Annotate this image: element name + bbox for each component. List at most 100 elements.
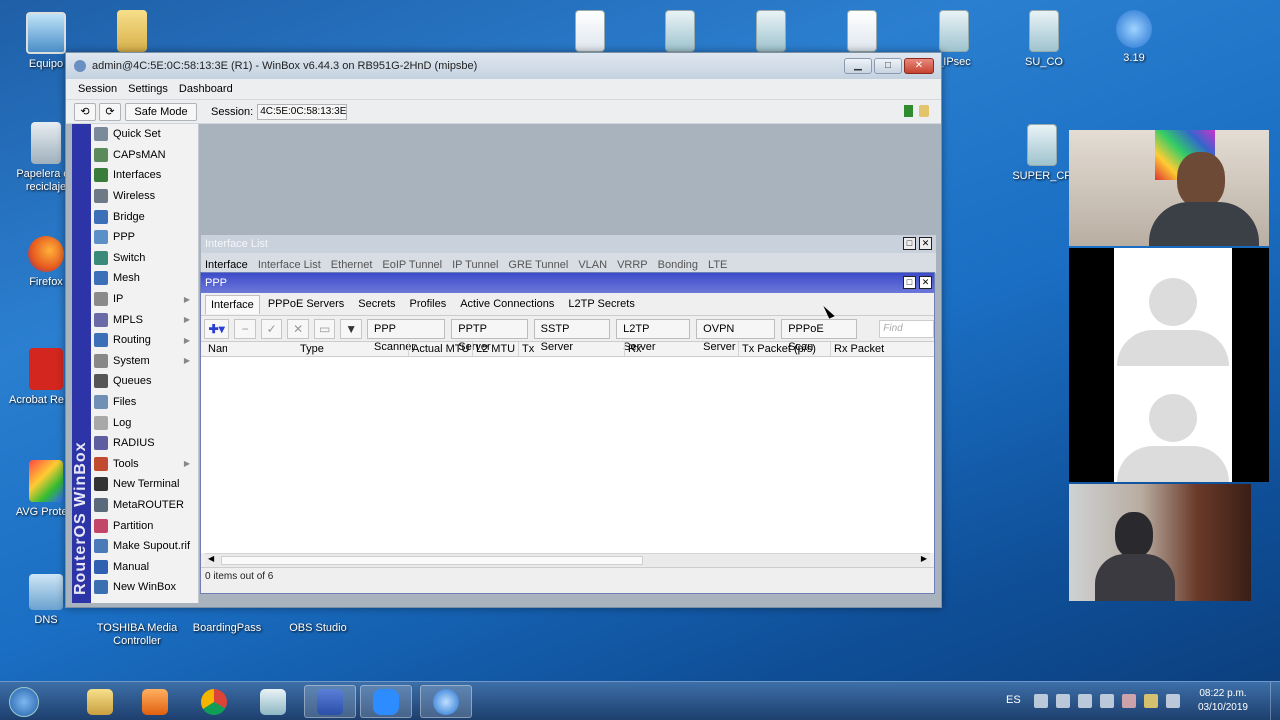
tab-secrets[interactable]: Secrets [352,294,401,314]
action-center-icon[interactable] [1122,694,1136,708]
sidebar-item-system[interactable]: System ▶ [94,351,198,372]
sidebar-item-new-terminal[interactable]: New Terminal [94,474,198,495]
sidebar-item-mesh[interactable]: Mesh [94,268,198,289]
horizontal-scrollbar[interactable]: ◀ ▶ [205,553,930,567]
col-rx[interactable]: Rx [625,342,739,356]
session-field[interactable]: 4C:5E:0C:58:13:3E [257,103,348,120]
tab-vlan[interactable]: VLAN [578,259,607,271]
taskbar-explorer[interactable] [74,685,126,718]
sstp-server-button[interactable]: SSTP Server [533,318,611,353]
ppp-title-bar[interactable]: PPP □ ✕ [201,273,934,293]
desktop-icon-319[interactable]: 3.19 [1092,10,1176,65]
enable-button[interactable]: ✓ [260,318,283,339]
sidebar-item-tools[interactable]: Tools ▶ [94,454,198,475]
document-desktop-icon[interactable] [548,10,632,56]
taskbar-visio[interactable] [304,685,356,718]
safe-mode-button[interactable]: Safe Mode [125,102,197,121]
tab-gre-tunnel[interactable]: GRE Tunnel [508,259,568,271]
tab-profiles[interactable]: Profiles [404,294,453,314]
tab-l2tp-secrets[interactable]: L2TP Secrets [562,294,640,314]
ovpn-server-button[interactable]: OVPN Server [696,318,776,353]
sidebar-item-mpls[interactable]: MPLS ▶ [94,309,198,330]
sidebar-item-ip[interactable]: IP ▶ [94,289,198,310]
col-name[interactable]: Name [205,342,227,356]
col-l2-mtu[interactable]: L2 MTU [473,342,519,356]
tab-interface-list[interactable]: Interface List [258,259,321,271]
pptp-server-button[interactable]: PPTP Server [451,318,528,353]
volume-icon[interactable] [1078,694,1092,708]
taskbar-media-player[interactable] [129,685,181,718]
scroll-left-icon[interactable]: ◀ [208,554,214,563]
tab-lte[interactable]: LTE [708,259,727,271]
tab-active-connections[interactable]: Active Connections [454,294,560,314]
close-button[interactable]: ✕ [904,58,934,74]
document-desktop-icon[interactable] [820,10,904,56]
menu-settings[interactable]: Settings [128,83,168,95]
sidebar-item-make-supout-rif[interactable]: Make Supout.rif [94,536,198,557]
show-desktop-button[interactable] [1270,682,1280,720]
taskbar-winbox[interactable] [420,685,472,718]
sidebar-item-interfaces[interactable]: Interfaces [94,165,198,186]
security-icon[interactable] [1144,694,1158,708]
title-bar[interactable]: admin@4C:5E:0C:58:13:3E (R1) - WinBox v6… [66,53,941,79]
tab-ip-tunnel[interactable]: IP Tunnel [452,259,498,271]
maximize-icon[interactable]: □ [903,276,916,289]
notification-icon[interactable] [1034,694,1048,708]
disable-button[interactable]: ✕ [287,318,309,339]
sidebar-item-files[interactable]: Files [94,392,198,413]
remove-button[interactable]: − [234,318,256,339]
tab-vrrp[interactable]: VRRP [617,259,648,271]
clock[interactable]: 08:22 p.m. 03/10/2019 [1198,687,1248,715]
sidebar-item-routing[interactable]: Routing ▶ [94,330,198,351]
taskbar-file[interactable] [247,685,299,718]
network-icon[interactable] [1056,694,1070,708]
comment-button[interactable]: ▭ [313,318,336,339]
tab-bonding[interactable]: Bonding [658,259,698,271]
interface-list-window[interactable]: Interface List □ ✕ Interface Interface L… [200,234,937,274]
start-button[interactable] [2,685,46,718]
col-tx-packet[interactable]: Tx Packet (p/s) [739,342,831,356]
maximize-icon[interactable]: □ [903,237,916,250]
close-icon[interactable]: ✕ [919,276,932,289]
sidebar-item-capsman[interactable]: CAPsMAN [94,145,198,166]
tab-pppoe-servers[interactable]: PPPoE Servers [262,294,350,314]
l2tp-server-button[interactable]: L2TP Server [616,318,691,353]
display-icon[interactable] [1100,694,1114,708]
close-icon[interactable]: ✕ [919,237,932,250]
menu-dashboard[interactable]: Dashboard [179,83,233,95]
col-actual-mtu[interactable]: Actual MTU [409,342,473,356]
desktop-icon-toshiba[interactable]: TOSHIBA Media Controller [95,622,179,648]
taskbar-chrome[interactable] [188,685,240,718]
taskbar-zoom[interactable] [360,685,412,718]
device-icon[interactable] [1166,694,1180,708]
document-desktop-icon[interactable] [729,10,813,56]
sidebar-item-quick-set[interactable]: Quick Set [94,124,198,145]
menu-session[interactable]: Session [78,83,117,95]
scrollbar-thumb[interactable] [221,556,643,565]
document-desktop-icon[interactable] [638,10,722,56]
sidebar-item-bridge[interactable]: Bridge [94,206,198,227]
ppp-scanner-button[interactable]: PPP Scanner [367,318,446,353]
desktop-icon-obs[interactable]: OBS Studio [276,622,360,635]
sidebar-item-wireless[interactable]: Wireless [94,186,198,207]
col-type[interactable]: Type [297,342,409,356]
find-input[interactable]: Find [879,319,934,338]
minimize-button[interactable]: ▁ [844,58,872,74]
sidebar-item-queues[interactable]: Queues [94,371,198,392]
sidebar-item-radius[interactable]: RADIUS [94,433,198,454]
filter-button[interactable]: ▼ [340,318,362,339]
col-rx-packet[interactable]: Rx Packet [831,342,893,356]
sidebar-item-log[interactable]: Log [94,412,198,433]
interface-list-title[interactable]: Interface List □ ✕ [201,235,936,253]
desktop-icon-boardingpass[interactable]: BoardingPass [185,622,269,635]
tab-interface[interactable]: Interface [205,294,260,314]
tab-interface[interactable]: Interface [205,259,248,271]
undo-button[interactable]: ⟲ [74,102,96,121]
tab-ethernet[interactable]: Ethernet [331,259,373,271]
col-tx[interactable]: Tx [519,342,625,356]
pppoe-scan-button[interactable]: PPPoE Scan [781,318,858,353]
sidebar-item-new-winbox[interactable]: New WinBox [94,577,198,598]
folder-desktop-icon[interactable] [90,10,174,56]
sidebar-item-metarouter[interactable]: MetaROUTER [94,495,198,516]
desktop-icon-su-co[interactable]: SU_CO [1002,10,1086,69]
